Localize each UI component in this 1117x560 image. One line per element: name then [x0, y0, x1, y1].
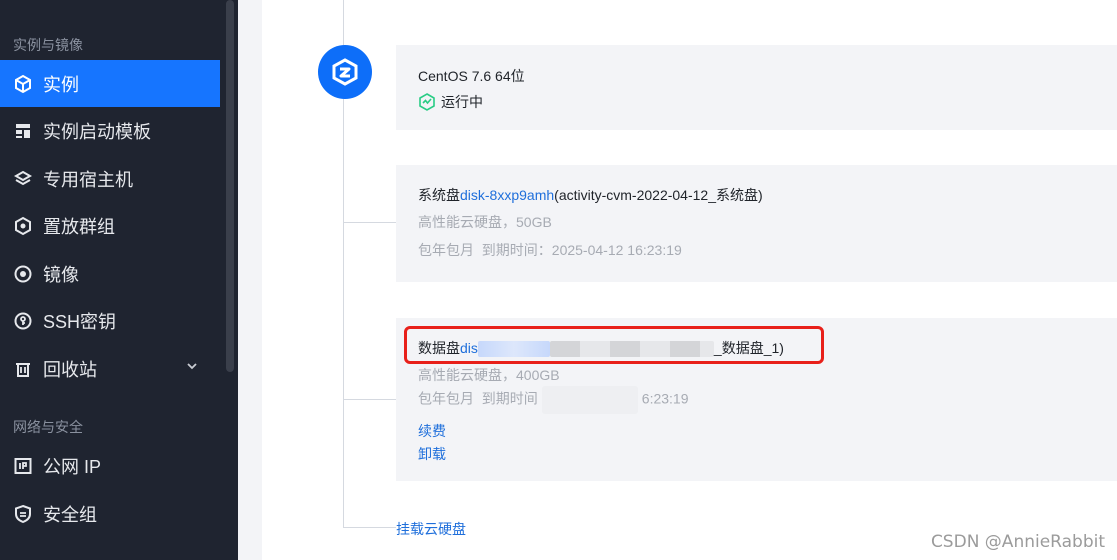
sidebar-item-placement-group[interactable]: 置放群组	[0, 202, 220, 249]
expiry-label: 到期时间：	[481, 242, 552, 258]
instance-card: CentOS 7.6 64位 运行中	[396, 45, 1117, 130]
sidebar-item-instance[interactable]: 实例	[0, 60, 220, 107]
redacted-expiry-date	[541, 386, 638, 414]
system-disk-title: 系统盘disk-8xxp9amh(activity-cvm-2022-04-12…	[418, 185, 763, 205]
sidebar-item-label: 专用宿主机	[43, 169, 133, 190]
placement-icon	[13, 216, 33, 236]
system-disk-card: 系统盘disk-8xxp9amh(activity-cvm-2022-04-12…	[396, 165, 1117, 282]
shield-icon	[13, 504, 33, 524]
billing-mode: 包年包月	[418, 390, 474, 407]
layers-icon	[13, 169, 33, 189]
annotation-highlight-box	[404, 326, 824, 364]
system-disk-prefix: 系统盘	[418, 187, 460, 203]
sidebar-group-network: 网络与安全	[13, 419, 83, 435]
sidebar-item-public-ip[interactable]: 公网 IP	[0, 442, 220, 489]
sidebar-item-dedicated-host[interactable]: 专用宿主机	[0, 155, 220, 202]
os-logo-icon	[318, 45, 372, 99]
template-icon	[13, 121, 33, 141]
expiry-time: 2025-04-12 16:23:19	[551, 242, 682, 258]
sidebar-item-launch-template[interactable]: 实例启动模板	[0, 107, 220, 154]
system-disk-name: (activity-cvm-2022-04-12_系统盘)	[554, 187, 763, 203]
sidebar-scrollbar[interactable]	[226, 0, 234, 372]
system-disk-id-link[interactable]: disk-8xxp9amh	[460, 187, 554, 203]
sidebar-item-recycle-bin[interactable]: 回收站	[0, 345, 220, 392]
sidebar-item-ssh-key[interactable]: SSH密钥	[0, 297, 220, 344]
sidebar-item-label: 公网 IP	[43, 456, 102, 477]
sidebar-item-label: 实例	[43, 74, 79, 95]
sidebar-item-image[interactable]: 镜像	[0, 250, 220, 297]
instance-status: 运行中	[418, 92, 483, 112]
expiry-time: 6:23:19	[641, 390, 689, 407]
data-disk-spec: 高性能云硬盘，400GB	[418, 367, 560, 383]
trash-icon	[13, 359, 33, 379]
system-disk-spec: 高性能云硬盘，50GB	[418, 214, 552, 230]
timeline-branch	[343, 527, 396, 528]
chevron-down-icon[interactable]	[186, 360, 198, 372]
ip-icon	[13, 456, 33, 476]
billing-mode: 包年包月	[418, 242, 474, 258]
timeline-branch	[343, 222, 396, 223]
sidebar-group-instances: 实例与镜像	[13, 37, 83, 53]
watermark: CSDN @AnnieRabbit	[930, 532, 1105, 552]
disc-icon	[13, 264, 33, 284]
main-content: CentOS 7.6 64位 运行中 系统盘disk-8xxp9amh(acti…	[238, 0, 1117, 560]
sidebar-item-label: 置放群组	[43, 216, 115, 237]
timeline-branch	[343, 399, 396, 400]
system-disk-billing: 包年包月 到期时间：2025-04-12 16:23:19	[418, 240, 682, 260]
expiry-label: 到期时间	[481, 390, 538, 407]
renew-link[interactable]: 续费	[418, 421, 446, 441]
sidebar-item-label: 实例启动模板	[43, 121, 151, 142]
sidebar-item-label: 回收站	[43, 359, 97, 380]
cube-icon	[13, 74, 33, 94]
sidebar-item-label: SSH密钥	[43, 311, 117, 332]
os-name: CentOS 7.6 64位	[418, 68, 525, 84]
running-status-icon	[419, 93, 435, 111]
sidebar: 实例与镜像 实例 实例启动模板 专用宿主机 置放群组 镜像 SSH密钥 回收站 …	[0, 0, 238, 560]
sidebar-item-label: 安全组	[43, 504, 97, 525]
sidebar-item-label: 镜像	[43, 264, 79, 285]
key-icon	[13, 311, 33, 331]
data-disk-billing: 包年包月 到期时间 6:23:19	[418, 386, 689, 414]
page-gutter	[238, 0, 262, 560]
sidebar-item-security-group[interactable]: 安全组	[0, 490, 220, 537]
unmount-link[interactable]: 卸载	[418, 444, 446, 464]
status-label: 运行中	[441, 94, 483, 110]
mount-cloud-disk-link[interactable]: 挂载云硬盘	[396, 519, 466, 539]
